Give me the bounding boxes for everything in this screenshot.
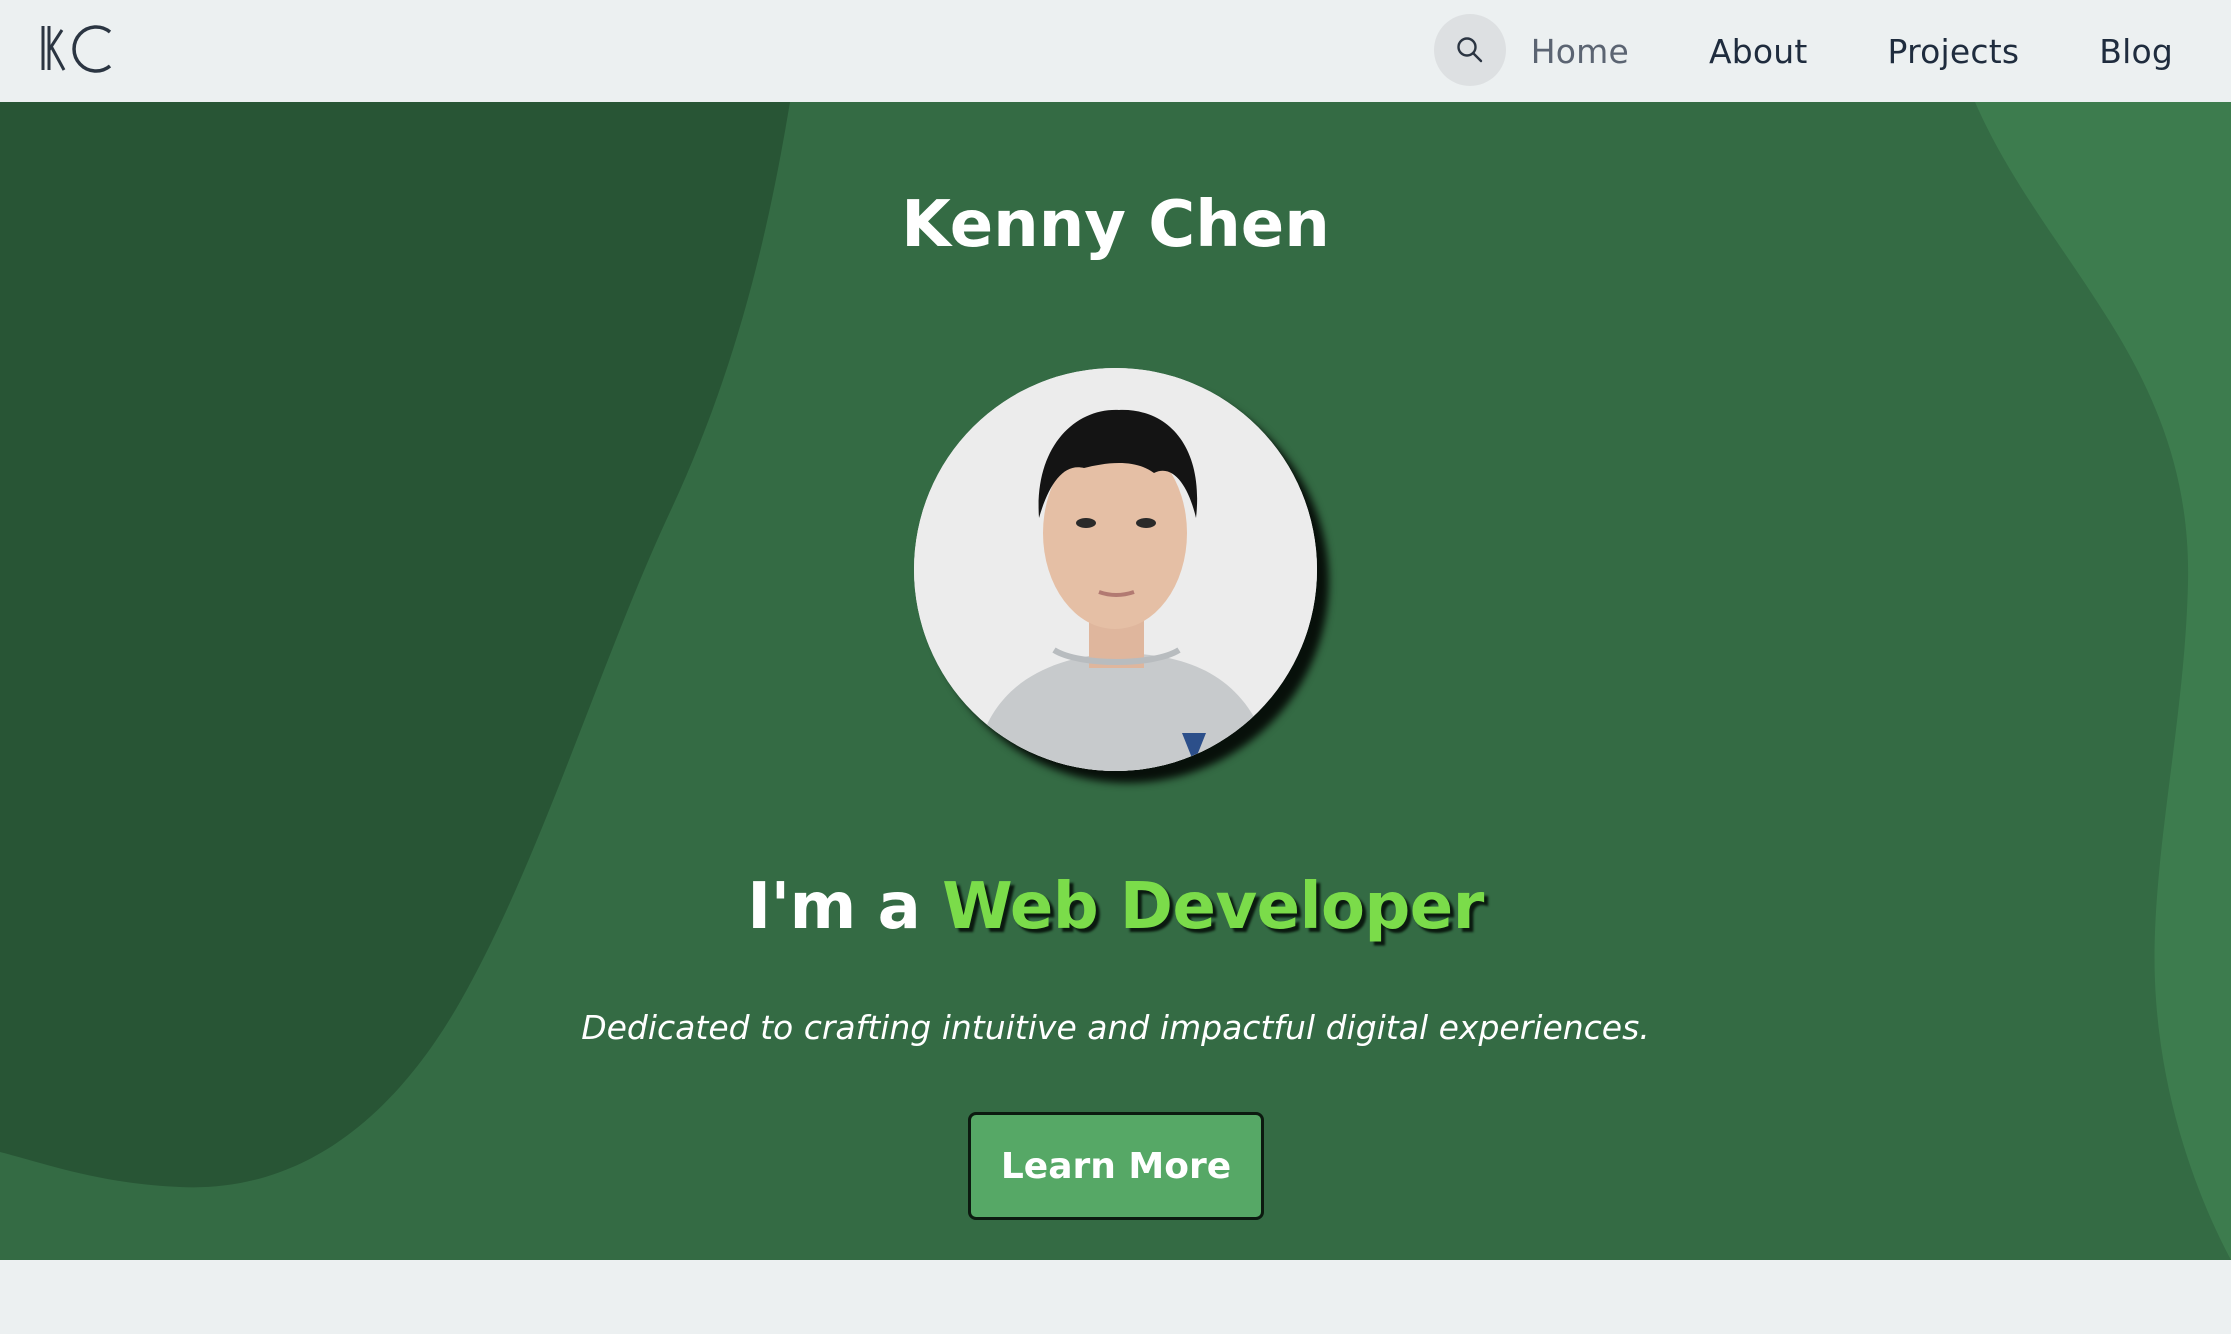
- tagline-role: Web Developer: [942, 870, 1484, 944]
- profile-photo: [914, 368, 1317, 771]
- light-blob: [1975, 102, 2231, 1260]
- nav-link-about[interactable]: About: [1709, 32, 1808, 71]
- hero-tagline: I'm a Web Developer: [0, 870, 2231, 944]
- kc-logo-icon: [41, 25, 112, 73]
- top-navbar: Home About Projects Blog: [0, 0, 2231, 102]
- nav-link-blog[interactable]: Blog: [2099, 32, 2173, 71]
- nav-links: Home About Projects Blog: [1531, 0, 2173, 102]
- search-icon: [1457, 37, 1483, 63]
- search-button[interactable]: [1434, 14, 1506, 86]
- hero-name: Kenny Chen: [901, 188, 1330, 262]
- tagline-prefix: I'm a: [747, 870, 943, 944]
- nav-link-projects[interactable]: Projects: [1888, 32, 2020, 71]
- hero-subtitle: Dedicated to crafting intuitive and impa…: [581, 1008, 1650, 1047]
- nav-link-home[interactable]: Home: [1531, 32, 1629, 71]
- site-logo[interactable]: [38, 18, 118, 78]
- profile-avatar: [914, 368, 1317, 771]
- hero-section: Kenny Chen I'm a Web Developer Dedicated…: [0, 102, 2231, 1260]
- learn-more-button[interactable]: Learn More: [968, 1112, 1264, 1220]
